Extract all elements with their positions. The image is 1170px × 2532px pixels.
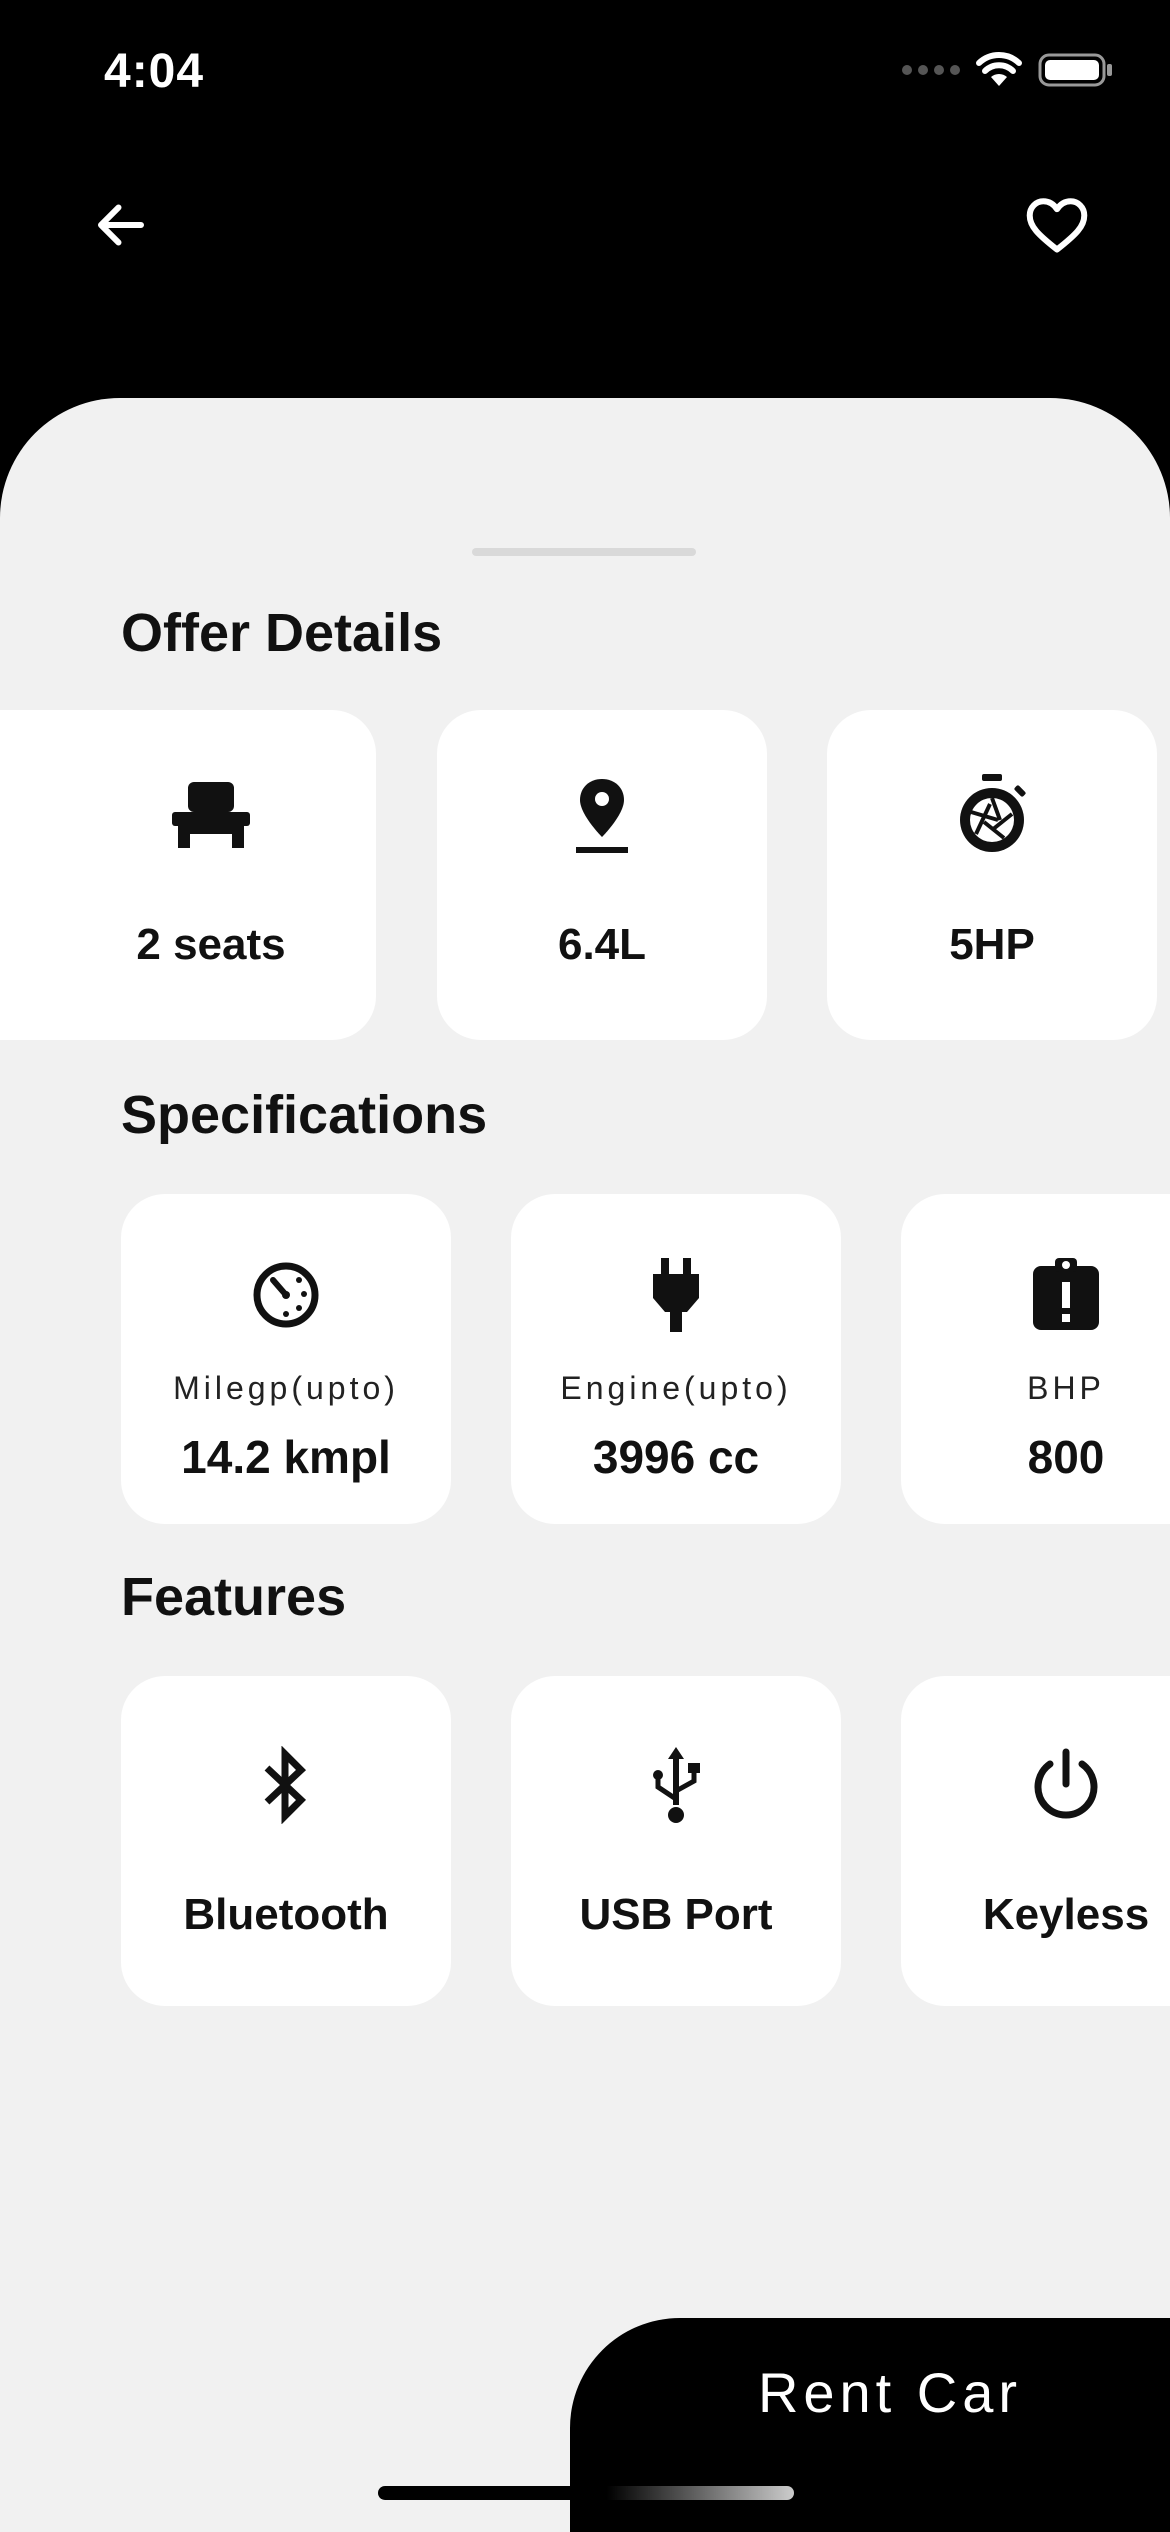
spec-card-mileage[interactable]: Milegp(upto) 14.2 kmpl (121, 1194, 451, 1524)
feature-card-usb[interactable]: USB Port (511, 1676, 841, 2006)
cellular-signal-icon (902, 65, 960, 75)
offer-label: 2 seats (136, 920, 286, 969)
feature-label: USB Port (579, 1890, 773, 1939)
spec-label: BHP (1027, 1370, 1105, 1406)
rent-car-label: Rent Car (757, 2361, 1023, 2424)
spec-value: 14.2 kmpl (181, 1431, 391, 1483)
details-sheet: Offer Details 2 seats 6.4L 5HP Specifica… (0, 398, 1170, 2532)
feature-label: Keyless (982, 1890, 1150, 1939)
offer-label: 5HP (949, 920, 1035, 969)
feature-card-bluetooth[interactable]: Bluetooth (121, 1676, 451, 2006)
feature-card-keyless[interactable]: Keyless (901, 1676, 1170, 2006)
offer-card-power[interactable]: 5HP (827, 710, 1157, 1040)
battery-icon (1038, 53, 1112, 87)
seat-icon (46, 772, 376, 858)
power-icon (901, 1742, 1170, 1828)
spec-value: 800 (1027, 1431, 1105, 1483)
features-row[interactable]: Bluetooth USB Port Keyless (0, 1676, 1170, 2006)
alert-clipboard-icon (901, 1252, 1170, 1338)
features-title: Features (121, 1567, 347, 1627)
plug-icon (511, 1252, 841, 1338)
usb-icon (511, 1742, 841, 1828)
spec-value: 3996 cc (592, 1431, 760, 1483)
back-button[interactable] (76, 180, 166, 270)
arrow-left-icon (98, 204, 144, 246)
offer-card-fuel[interactable]: 6.4L (437, 710, 767, 1040)
status-time: 4:04 (104, 45, 205, 98)
stopwatch-icon (827, 772, 1157, 858)
specifications-title: Specifications (121, 1085, 488, 1145)
offer-card-seats[interactable]: 2 seats (0, 710, 376, 1040)
bluetooth-icon (121, 1742, 451, 1828)
location-pin-icon (437, 772, 767, 858)
feature-label: Bluetooth (183, 1890, 389, 1939)
home-indicator[interactable] (378, 2486, 794, 2500)
offer-details-title: Offer Details (121, 603, 443, 663)
speedometer-icon (121, 1252, 451, 1338)
spec-label: Milegp(upto) (173, 1370, 399, 1406)
heart-icon (1026, 198, 1088, 253)
favorite-button[interactable] (1012, 180, 1102, 270)
status-bar: 4:04 (0, 0, 1170, 140)
spec-card-bhp[interactable]: BHP 800 (901, 1194, 1170, 1524)
sheet-grabber[interactable] (472, 548, 696, 556)
spec-label: Engine(upto) (560, 1370, 792, 1406)
spec-card-engine[interactable]: Engine(upto) 3996 cc (511, 1194, 841, 1524)
wifi-icon (976, 52, 1022, 86)
status-icons (902, 52, 1114, 88)
offer-details-row[interactable]: 2 seats 6.4L 5HP (0, 710, 1170, 1040)
specifications-row[interactable]: Milegp(upto) 14.2 kmpl Engine(upto) 3996… (0, 1194, 1170, 1524)
offer-label: 6.4L (557, 920, 647, 969)
